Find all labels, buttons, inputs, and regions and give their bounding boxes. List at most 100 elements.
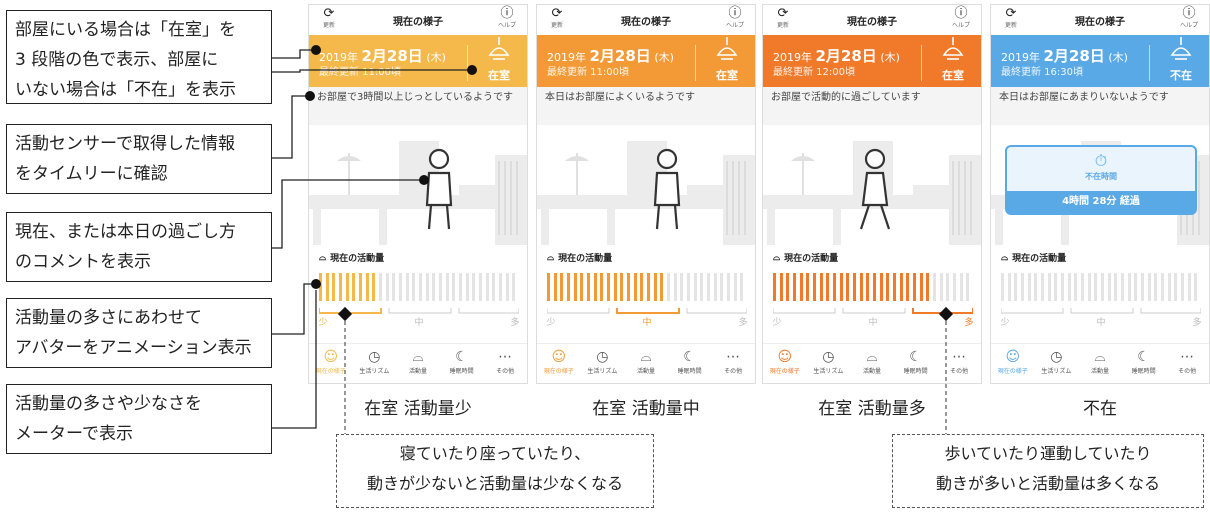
tab-1[interactable]: ◷ 生活リズム xyxy=(1036,348,1076,375)
refresh-button[interactable]: ⟳ 更新 xyxy=(545,7,569,32)
meter-bar xyxy=(600,273,604,301)
meter-bar xyxy=(492,273,496,301)
date-weekday: (木) xyxy=(654,51,674,64)
meter-bar xyxy=(839,273,843,301)
tab-icon-1: ◷ xyxy=(1050,349,1063,365)
meter-bar xyxy=(680,273,684,301)
tab-icon-4: ⋯ xyxy=(1180,349,1195,365)
meter-bar xyxy=(1147,273,1151,301)
meter-bar xyxy=(445,273,449,301)
tab-bar: ☺ 現在の様子 ◷ 生活リズム ⌓ 活動量 ☾ 睡眠時間 ⋯ その他 xyxy=(537,343,755,383)
meter-bar xyxy=(913,273,916,301)
tab-2[interactable]: ⌓ 活動量 xyxy=(852,348,892,375)
band-divider xyxy=(921,45,922,81)
meter-bar xyxy=(687,273,690,301)
meter-bars xyxy=(773,273,973,301)
meter-bar xyxy=(667,273,670,301)
tab-icon-4: ⋯ xyxy=(498,349,513,365)
tab-icon-4: ⋯ xyxy=(726,349,741,365)
meter-bar xyxy=(459,273,462,301)
tab-3[interactable]: ☾ 睡眠時間 xyxy=(896,348,936,375)
tab-4[interactable]: ⋯ その他 xyxy=(713,348,753,375)
meter-bar xyxy=(560,273,564,301)
tab-label-4: その他 xyxy=(950,368,969,375)
phone-screen-3: ⟳ 更新 現在の様子 ⓘ ヘルプ 2019年 2月28日 (木) 最終更新 12:0… xyxy=(762,4,982,384)
meter-title: ⌓ 現在の活動量 xyxy=(1001,251,1067,265)
meter-bar xyxy=(673,273,677,301)
tab-1[interactable]: ◷ 生活リズム xyxy=(354,348,394,375)
meter-bar xyxy=(633,273,637,301)
meter-bar xyxy=(727,273,730,301)
tab-4[interactable]: ⋯ その他 xyxy=(939,348,979,375)
absence-box: ⏱ 不在時間 4時間 28分 経過 xyxy=(1005,145,1197,215)
note-low-activity: 寝ていたり座っていたり、 動きが少ないと活動量は少なくなる xyxy=(336,434,654,508)
tab-4[interactable]: ⋯ その他 xyxy=(485,348,525,375)
scale-high: 多 xyxy=(510,318,520,328)
meter-bar xyxy=(1174,273,1178,301)
callout-avatar: 活動量の多さにあわせて アバターをアニメーション表示 xyxy=(6,298,272,368)
meter-bar xyxy=(1154,273,1158,301)
meter-bar xyxy=(613,273,617,301)
tab-0[interactable]: ☺ 現在の様子 xyxy=(311,348,351,375)
status-band: 2019年 2月28日 (木) 最終更新 11:00頃 在室 xyxy=(309,35,527,87)
help-button[interactable]: ⓘ ヘルプ xyxy=(495,7,519,32)
callout-comment: 現在、または本日の過ごし方 のコメントを表示 xyxy=(6,212,272,282)
tab-icon-0: ☺ xyxy=(323,349,339,365)
status-band: 2019年 2月28日 (木) 最終更新 16:30頃 不在 xyxy=(991,35,1209,87)
last-updated: 最終更新 11:00頃 xyxy=(319,67,401,78)
scale-mid: 中 xyxy=(868,318,878,328)
tab-1[interactable]: ◷ 生活リズム xyxy=(808,348,848,375)
meter-bar xyxy=(505,273,509,301)
tab-label-4: その他 xyxy=(724,368,743,375)
tab-0[interactable]: ☺ 現在の様子 xyxy=(539,348,579,375)
tab-4[interactable]: ⋯ その他 xyxy=(1167,348,1207,375)
tab-1[interactable]: ◷ 生活リズム xyxy=(582,348,622,375)
help-button[interactable]: ⓘ ヘルプ xyxy=(1177,7,1201,32)
scale-bracket xyxy=(686,308,747,314)
refresh-button[interactable]: ⟳ 更新 xyxy=(317,7,341,32)
tab-0[interactable]: ☺ 現在の様子 xyxy=(765,348,805,375)
activity-meter: ⌓ 現在の活動量 少 中 多 xyxy=(991,245,1209,343)
meter-bar xyxy=(1001,273,1004,301)
refresh-button[interactable]: ⟳ 更新 xyxy=(999,7,1023,32)
tab-2[interactable]: ⌓ 活動量 xyxy=(398,348,438,375)
activity-comment: お部屋で活動的に過ごしています xyxy=(763,87,981,125)
refresh-label: 更新 xyxy=(550,22,563,29)
callout-sensor: 活動センサーで取得した情報 をタイムリーに確認 xyxy=(6,124,272,194)
presence-status: 不在 xyxy=(1170,69,1192,82)
meter-bar xyxy=(879,273,883,301)
top-bar: ⟳ 更新 現在の様子 ⓘ ヘルプ xyxy=(991,5,1209,35)
tab-icon-3: ☾ xyxy=(683,349,696,365)
meter-bar xyxy=(813,273,816,301)
meter-title-text: 現在の活動量 xyxy=(1012,254,1067,264)
meter-bar xyxy=(465,273,469,301)
meter-bar xyxy=(1194,273,1198,301)
activity-meter: ⌓ 現在の活動量 少 中 多 xyxy=(537,245,755,343)
meter-bar xyxy=(660,273,664,301)
meter-title-text: 現在の活動量 xyxy=(558,254,613,264)
meter-bar xyxy=(1027,273,1031,301)
meter-bar xyxy=(1094,273,1098,301)
scale-bracket xyxy=(616,308,680,314)
last-updated: 最終更新 16:30頃 xyxy=(1001,67,1083,78)
activity-meter: ⌓ 現在の活動量 少 中 多 xyxy=(763,245,981,343)
scale-low: 少 xyxy=(1000,318,1010,328)
caption-2: 在室 活動量中 xyxy=(592,399,700,419)
tab-2[interactable]: ⌓ 活動量 xyxy=(626,348,666,375)
tab-3[interactable]: ☾ 睡眠時間 xyxy=(670,348,710,375)
tab-0[interactable]: ☺ 現在の様子 xyxy=(993,348,1033,375)
refresh-button[interactable]: ⟳ 更新 xyxy=(771,7,795,32)
tab-2[interactable]: ⌓ 活動量 xyxy=(1080,348,1120,375)
meter-bar xyxy=(1061,273,1064,301)
tab-icon-0: ☺ xyxy=(777,349,793,365)
tab-3[interactable]: ☾ 睡眠時間 xyxy=(1124,348,1164,375)
caption-1: 在室 活動量少 xyxy=(364,399,472,419)
help-button[interactable]: ⓘ ヘルプ xyxy=(723,7,747,32)
meter-bar xyxy=(1101,273,1104,301)
scale-low: 少 xyxy=(772,318,782,328)
help-button[interactable]: ⓘ ヘルプ xyxy=(949,7,973,32)
tab-label-3: 睡眠時間 xyxy=(903,368,928,375)
tab-3[interactable]: ☾ 睡眠時間 xyxy=(442,348,482,375)
meter-bar xyxy=(899,273,903,301)
meter-bar xyxy=(1187,273,1191,301)
